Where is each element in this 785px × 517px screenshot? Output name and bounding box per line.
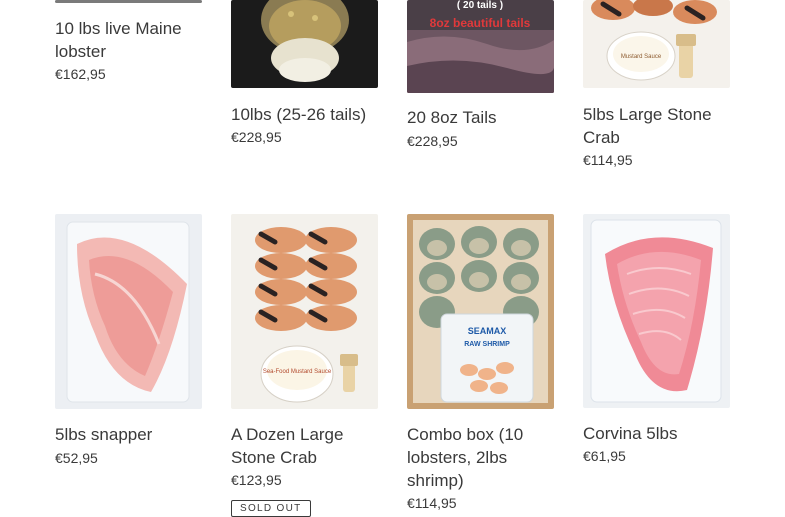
product-title[interactable]: 20 8oz Tails <box>407 106 557 129</box>
image-caption: Sea-Food Mustard Sauce <box>263 369 332 375</box>
product-title[interactable]: 10 lbs live Maine lobster <box>55 17 205 63</box>
product-price: €52,95 <box>55 450 98 466</box>
image-caption: SEAMAX <box>468 326 507 336</box>
product-title[interactable]: 5lbs snapper <box>55 423 205 446</box>
product-title[interactable]: A Dozen Large Stone Crab <box>231 423 381 469</box>
product-title[interactable]: Corvina 5lbs <box>583 422 733 445</box>
product-price: €114,95 <box>583 152 633 168</box>
product-title[interactable]: 10lbs (25-26 tails) <box>231 103 381 126</box>
product-image[interactable] <box>55 214 202 409</box>
product-price: €228,95 <box>231 129 282 145</box>
product-image[interactable]: ( 20 tails ) 8oz beautiful tails <box>407 0 554 93</box>
product-price: €123,95 <box>231 472 282 488</box>
product-price: €228,95 <box>407 133 458 149</box>
image-caption: ( 20 tails ) <box>457 0 503 11</box>
sold-out-badge: SOLD OUT <box>231 500 311 517</box>
svg-text:Mustard Sauce: Mustard Sauce <box>621 54 662 60</box>
product-image[interactable] <box>583 214 730 408</box>
product-image[interactable] <box>231 0 378 88</box>
product-price: €114,95 <box>407 495 457 511</box>
product-image[interactable] <box>55 0 202 3</box>
image-subcaption: 8oz beautiful tails <box>430 16 531 30</box>
image-subcaption: RAW SHRIMP <box>464 341 510 348</box>
product-image[interactable]: Mustard Sauce <box>583 0 730 88</box>
product-title[interactable]: Combo box (10 lobsters, 2lbs shrimp) <box>407 423 557 492</box>
product-price: €61,95 <box>583 448 626 464</box>
product-title[interactable]: 5lbs Large Stone Crab <box>583 103 733 149</box>
product-price: €162,95 <box>55 66 106 82</box>
product-image[interactable]: Sea-Food Mustard Sauce <box>231 214 378 409</box>
product-image[interactable]: SEAMAX RAW SHRIMP <box>407 214 554 409</box>
